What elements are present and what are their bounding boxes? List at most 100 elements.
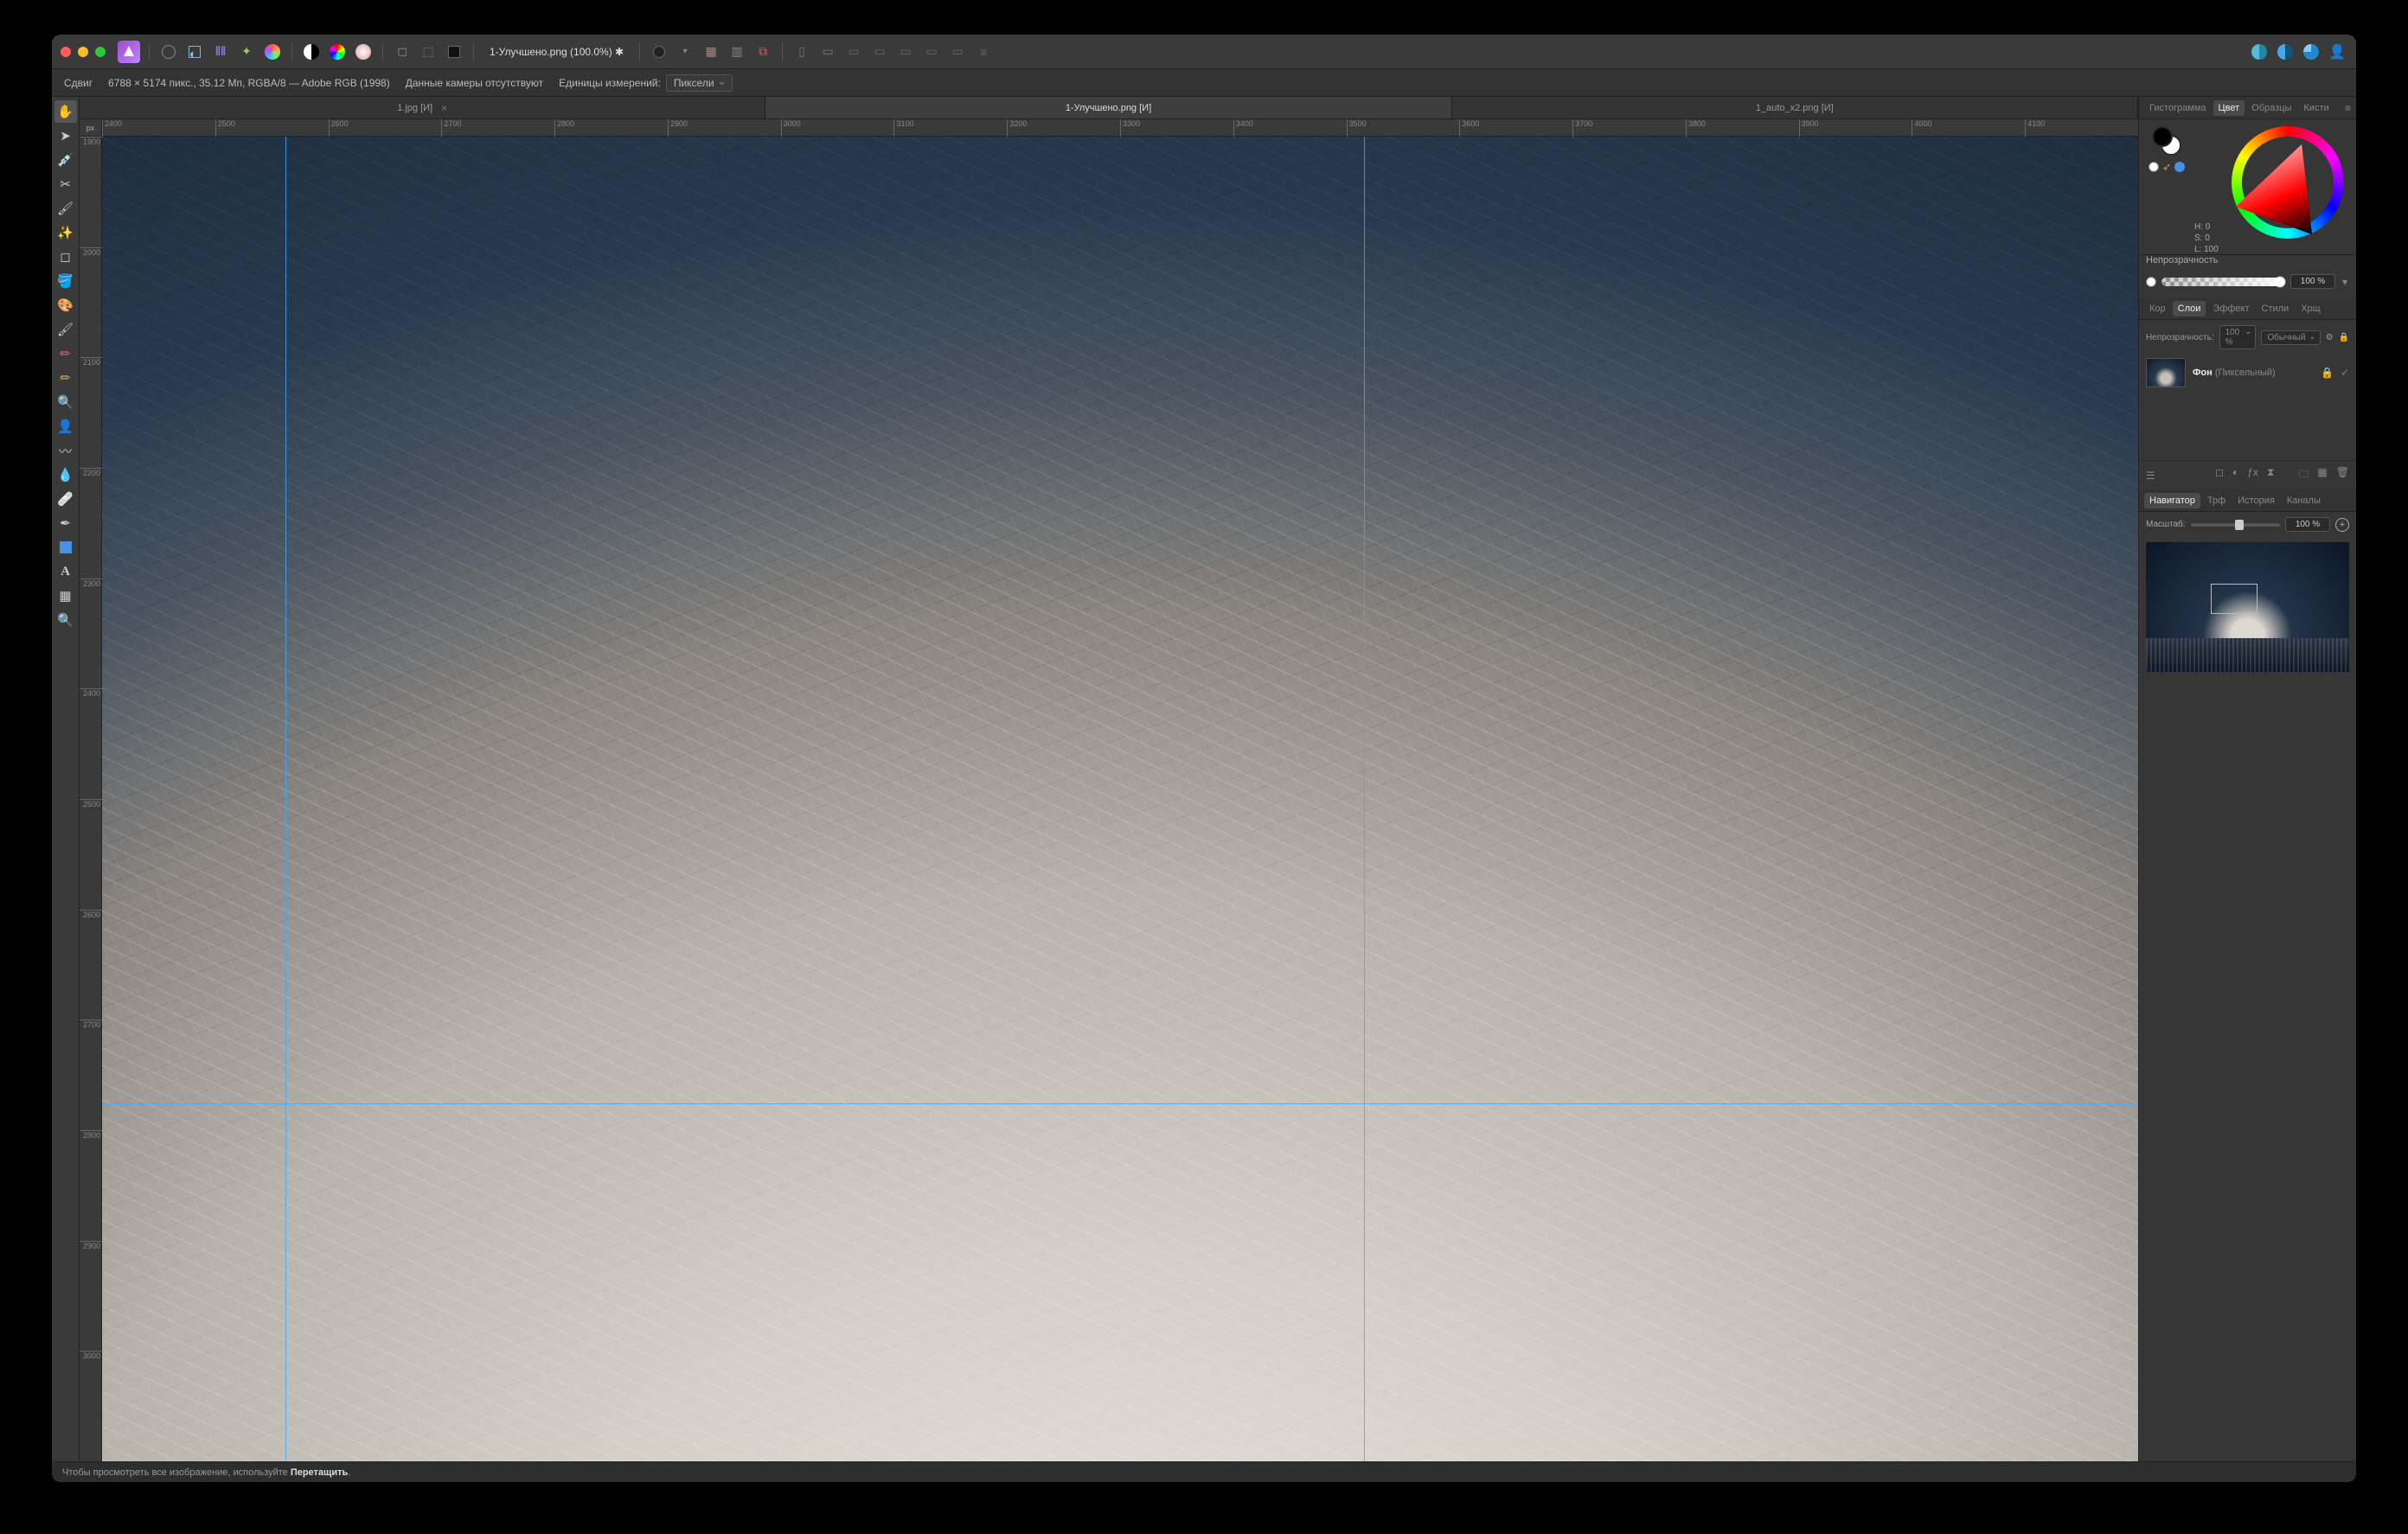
opacity-slider[interactable] bbox=[2161, 278, 2285, 286]
document-tab[interactable]: 1-Улучшено.png [И] bbox=[765, 97, 1451, 118]
ruler-unit-label[interactable]: px bbox=[80, 119, 102, 137]
account-icon[interactable]: 👤 bbox=[2327, 42, 2347, 62]
tab-adjustments[interactable]: Кор bbox=[2144, 301, 2171, 316]
minimize-window-button[interactable] bbox=[78, 47, 88, 57]
pen-tool[interactable]: ✒ bbox=[54, 512, 77, 534]
opacity-knob-icon[interactable] bbox=[2146, 277, 2156, 287]
magic-wand-tool[interactable]: ✨ bbox=[54, 221, 77, 244]
grid-icon[interactable]: ▦ bbox=[701, 42, 721, 62]
arrange-4-icon[interactable]: ▭ bbox=[895, 42, 916, 62]
arrange-back-icon[interactable]: ▯ bbox=[791, 42, 812, 62]
persona-liquify-icon[interactable]: ◐ bbox=[184, 42, 205, 62]
zoom-value[interactable]: 100 % bbox=[2285, 517, 2330, 532]
add-group-icon[interactable]: 🗀 bbox=[2298, 466, 2309, 484]
zoom-add-icon[interactable]: + bbox=[2335, 518, 2349, 532]
soft-proof-icon[interactable] bbox=[353, 42, 374, 62]
arrange-6-icon[interactable]: ▭ bbox=[947, 42, 968, 62]
healing-tool[interactable]: 🩹 bbox=[54, 488, 77, 510]
color-picker-tool[interactable]: 💉 bbox=[54, 149, 77, 171]
layer-lock-indicator-icon[interactable]: 🔒 bbox=[2321, 367, 2334, 379]
opacity-value[interactable]: 100 % bbox=[2290, 274, 2335, 289]
flood-fill-tool[interactable]: 🪣 bbox=[54, 270, 77, 292]
mesh-warp-tool[interactable]: ▦ bbox=[54, 585, 77, 607]
adjustment-layer-icon[interactable]: ◐ bbox=[2232, 466, 2238, 484]
reset-colors-icon[interactable] bbox=[2149, 162, 2159, 172]
tab-brushes[interactable]: Кисти bbox=[2298, 100, 2334, 116]
units-select[interactable]: Пиксели bbox=[666, 74, 733, 92]
layer-row[interactable]: Фон (Пиксельный) 🔒 ✓ bbox=[2139, 355, 2356, 391]
layer-visibility-checkbox[interactable]: ✓ bbox=[2341, 367, 2349, 379]
canvas[interactable] bbox=[102, 137, 2138, 1461]
persona-develop-icon[interactable]: ⦀⦀ bbox=[210, 42, 231, 62]
recent-color-icon[interactable] bbox=[2174, 162, 2185, 172]
blur-tool[interactable]: 💧 bbox=[54, 463, 77, 486]
arrange-7-icon[interactable]: ≡ bbox=[973, 42, 994, 62]
guides-icon[interactable]: ▥ bbox=[727, 42, 747, 62]
color-swatch-pair[interactable] bbox=[2152, 126, 2181, 156]
view-dropdown-icon[interactable]: ▾ bbox=[675, 42, 695, 62]
layer-settings-icon[interactable]: ⚙ bbox=[2326, 333, 2334, 342]
arrange-group-icon[interactable]: ▭ bbox=[817, 42, 838, 62]
document-tab[interactable]: 1_auto_x2.png [И] bbox=[1452, 97, 2138, 118]
blend-mode-select[interactable]: Обычный bbox=[2261, 330, 2320, 345]
mask-layer-icon[interactable]: ◻ bbox=[2215, 466, 2224, 484]
text-tool[interactable]: A bbox=[54, 560, 77, 583]
selection-brush-tool[interactable]: 🖌 bbox=[54, 197, 77, 220]
tab-histogram[interactable]: Гистограмма bbox=[2144, 100, 2212, 116]
contrast-icon[interactable] bbox=[301, 42, 322, 62]
guide-vertical[interactable] bbox=[1364, 137, 1365, 1461]
persona-tone-icon[interactable]: ✦ bbox=[236, 42, 257, 62]
ruler-horizontal[interactable]: 2400250026002700280029003000310032003300… bbox=[102, 119, 2138, 137]
arrange-5-icon[interactable]: ▭ bbox=[921, 42, 942, 62]
layer-opacity-value[interactable]: 100 % bbox=[2219, 325, 2257, 349]
tab-navigator[interactable]: Навигатор bbox=[2144, 493, 2200, 508]
tab-color[interactable]: Цвет bbox=[2213, 100, 2245, 116]
selection-marquee-icon[interactable]: ◻ bbox=[392, 42, 413, 62]
quick-mask-icon[interactable] bbox=[444, 42, 464, 62]
document-tab[interactable]: 1.jpg [И]× bbox=[80, 97, 765, 118]
move-tool[interactable]: ➤ bbox=[54, 125, 77, 147]
navigator-preview[interactable] bbox=[2146, 542, 2349, 672]
arrange-3-icon[interactable]: ▭ bbox=[869, 42, 890, 62]
assistant-2-icon[interactable] bbox=[2275, 42, 2296, 62]
live-filter-icon[interactable]: ⧗ bbox=[2267, 466, 2274, 484]
dodge-tool[interactable]: 🔍 bbox=[54, 391, 77, 413]
crop-tool[interactable]: ✂ bbox=[54, 173, 77, 195]
persona-export-icon[interactable] bbox=[262, 42, 283, 62]
panel-menu-icon[interactable]: ≡ bbox=[2345, 102, 2351, 114]
tab-styles[interactable]: Стили bbox=[2257, 301, 2295, 316]
assistant-3-icon[interactable] bbox=[2301, 42, 2322, 62]
fx-layer-icon[interactable]: ƒx bbox=[2247, 466, 2258, 484]
gradient-tool[interactable]: 🎨 bbox=[54, 294, 77, 316]
layer-lock-icon[interactable]: 🔒 bbox=[2339, 333, 2349, 342]
layers-stack-icon[interactable]: ☰ bbox=[2146, 470, 2155, 482]
eyedropper-icon[interactable]: ➶ bbox=[2162, 161, 2171, 173]
opacity-dropdown-icon[interactable]: ▾ bbox=[2341, 276, 2349, 288]
marquee-tool[interactable]: ◻ bbox=[54, 246, 77, 268]
tab-transform[interactable]: Трф bbox=[2202, 493, 2231, 508]
close-tab-icon[interactable]: × bbox=[441, 102, 447, 114]
close-window-button[interactable] bbox=[61, 47, 71, 57]
zoom-tool[interactable]: 🔍 bbox=[54, 609, 77, 631]
ruler-vertical[interactable]: 1900200021002200230024002500260027002800… bbox=[80, 137, 102, 1461]
inpainting-tool[interactable]: 👤 bbox=[54, 415, 77, 438]
view-mode-icon[interactable] bbox=[649, 42, 669, 62]
hand-tool[interactable]: ✋ bbox=[54, 100, 77, 123]
tab-swatches[interactable]: Образцы bbox=[2246, 100, 2296, 116]
layer-thumbnail[interactable] bbox=[2146, 358, 2186, 387]
tab-layers[interactable]: Слои bbox=[2173, 301, 2206, 316]
zoom-slider[interactable] bbox=[2191, 523, 2280, 527]
paint-brush-tool[interactable]: 🖌 bbox=[54, 318, 77, 341]
tab-history[interactable]: История bbox=[2232, 493, 2280, 508]
tab-channels[interactable]: Каналы bbox=[2282, 493, 2326, 508]
tab-stock[interactable]: Хрщ bbox=[2296, 301, 2326, 316]
assistant-1-icon[interactable] bbox=[2249, 42, 2270, 62]
selection-refine-icon[interactable]: ⬚ bbox=[418, 42, 439, 62]
snapping-icon[interactable]: ⧉ bbox=[752, 42, 773, 62]
guide-vertical[interactable] bbox=[285, 137, 286, 1461]
canvas-viewport[interactable]: px 2400250026002700280029003000310032003… bbox=[80, 119, 2138, 1461]
shape-tool[interactable] bbox=[54, 536, 77, 559]
delete-layer-icon[interactable]: 🗑 bbox=[2336, 466, 2349, 484]
erase-tool[interactable]: ✏ bbox=[54, 342, 77, 365]
persona-photo-icon[interactable] bbox=[158, 42, 179, 62]
